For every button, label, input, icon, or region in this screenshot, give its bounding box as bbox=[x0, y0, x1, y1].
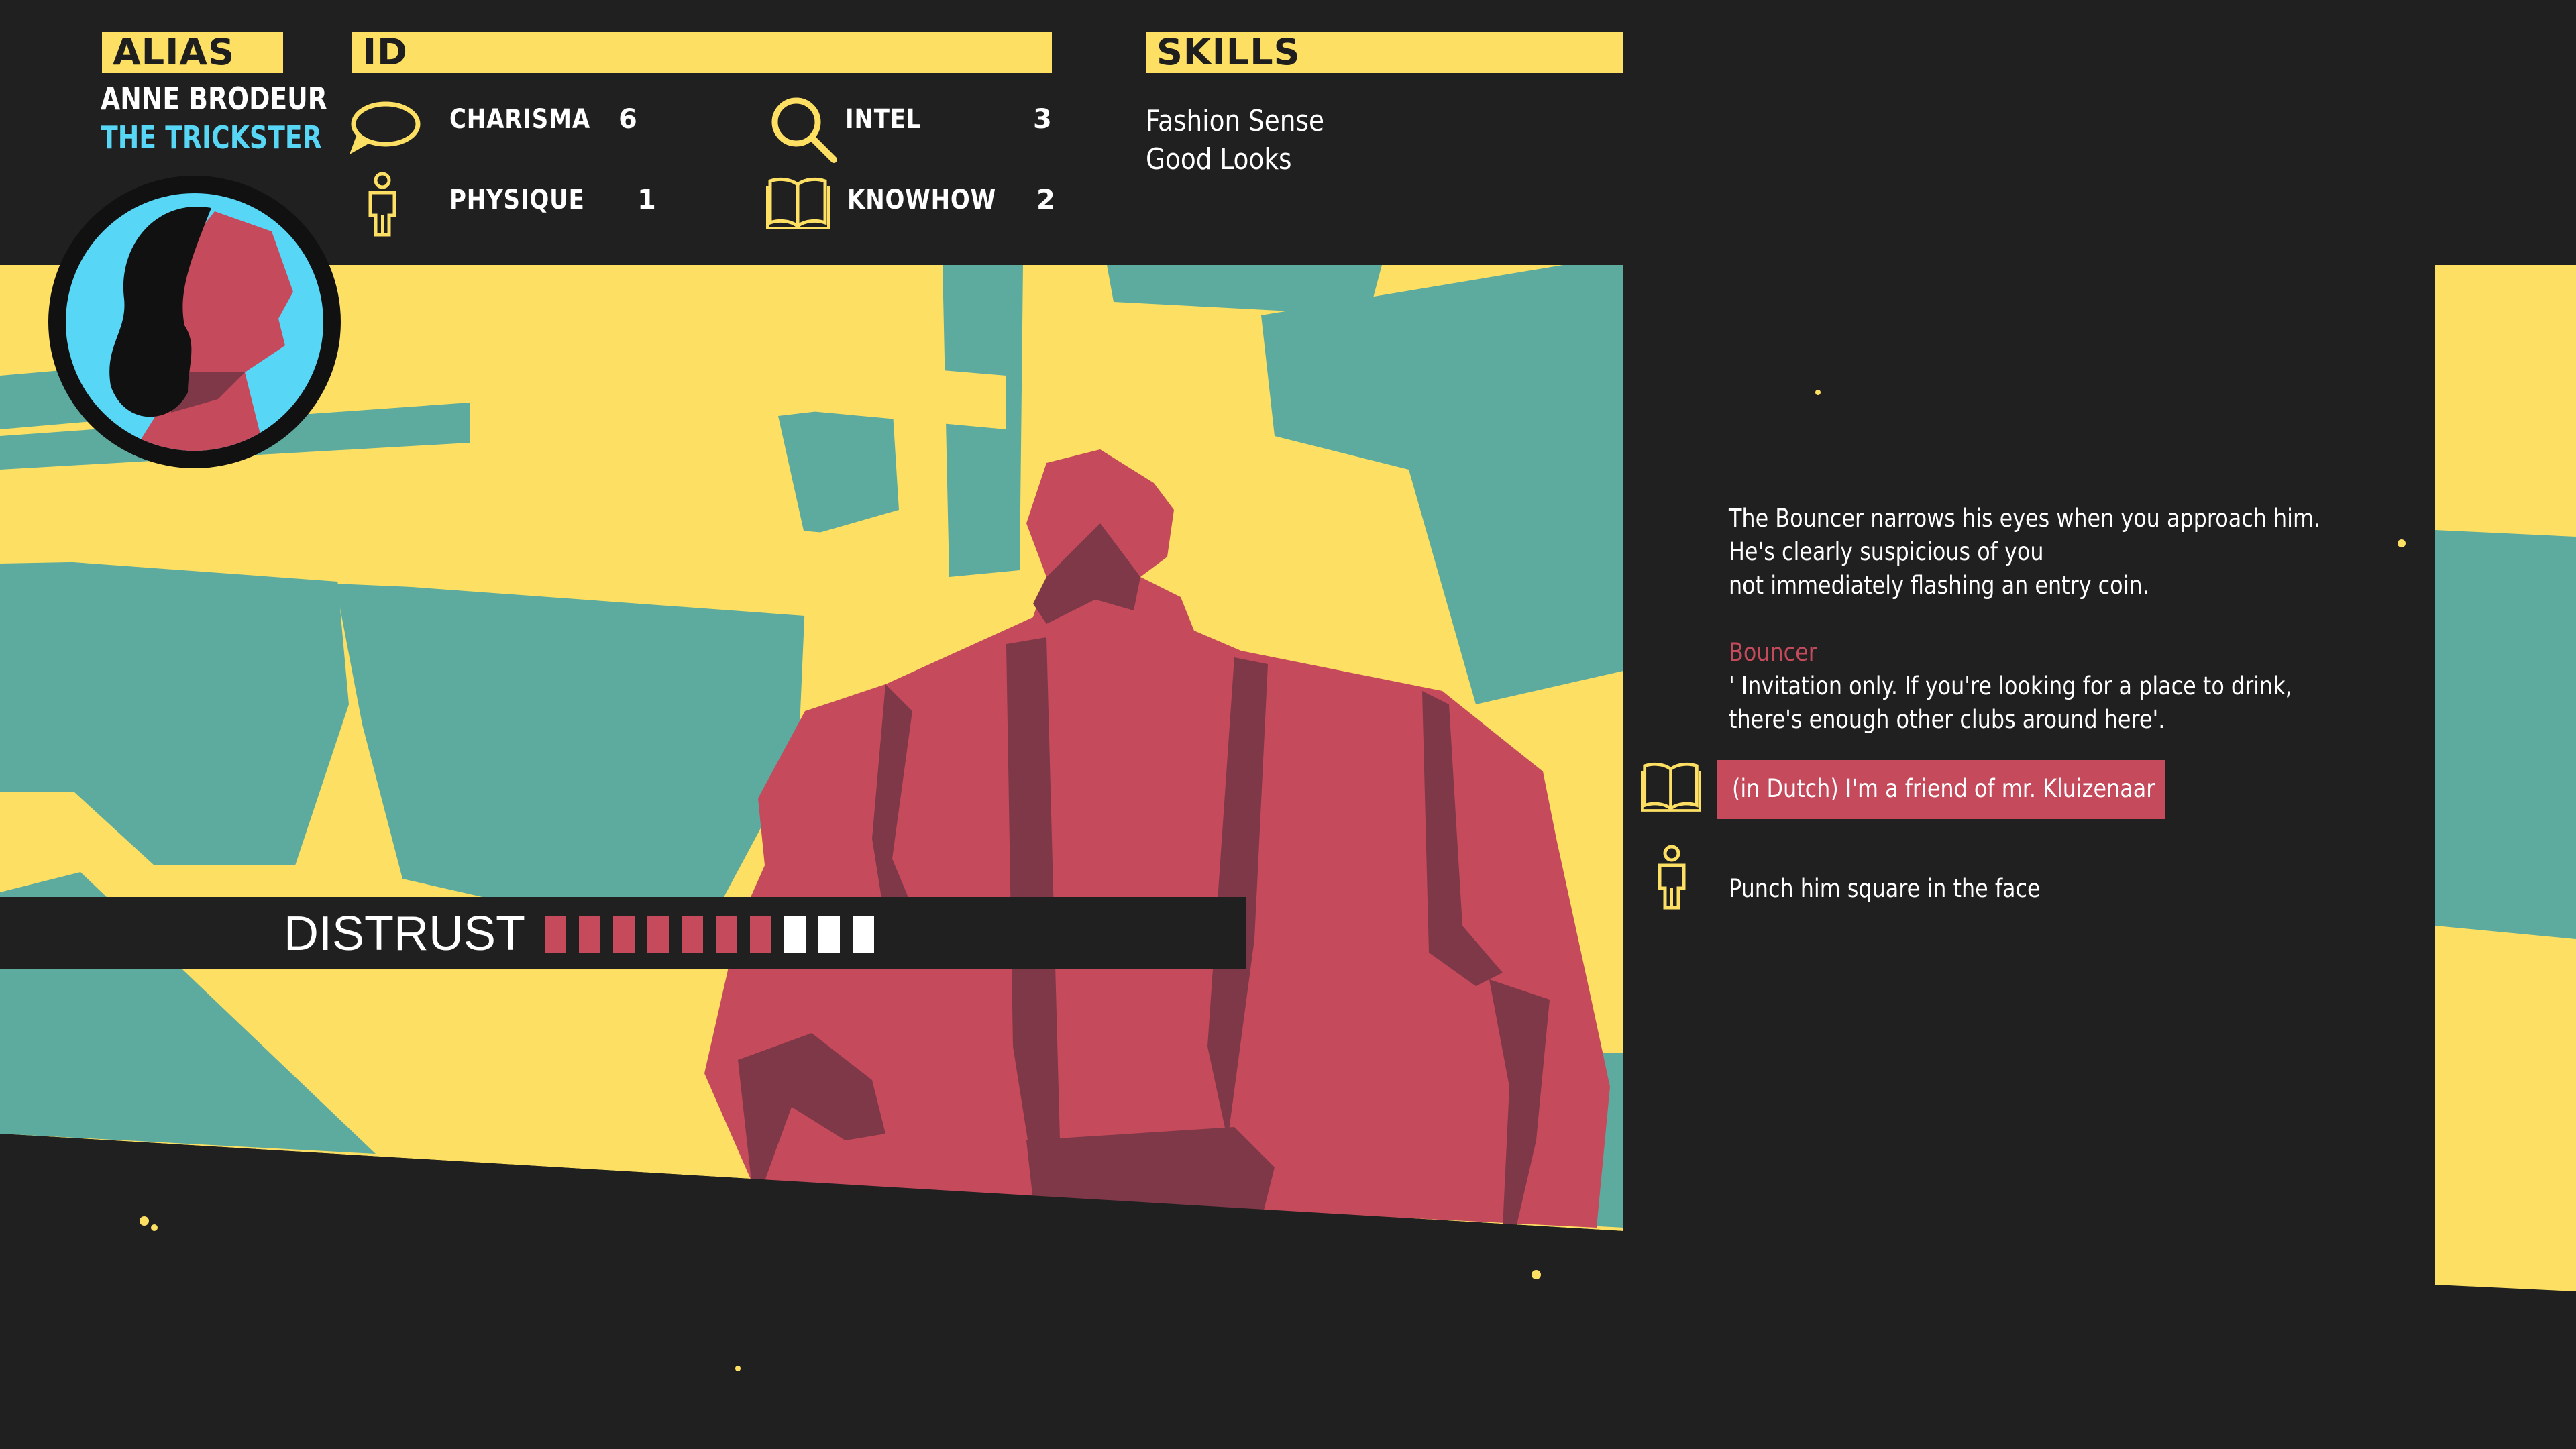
distrust-label: DISTRUST bbox=[284, 907, 525, 961]
meter-segment-filled bbox=[613, 916, 635, 953]
speech-bubble-icon bbox=[350, 101, 421, 154]
skills-header: SKILLS bbox=[1146, 32, 1623, 73]
dialogue-choice-dutch[interactable]: (in Dutch) I'm a friend of mr. Kluizenaa… bbox=[1717, 760, 2165, 819]
speaker-name: Bouncer bbox=[1729, 638, 1817, 667]
id-header: ID bbox=[352, 32, 1052, 73]
skill-item: Good Looks bbox=[1146, 142, 1292, 176]
stat-value-knowhow: 2 bbox=[1036, 184, 1055, 215]
stat-label-knowhow: KNOWHOW bbox=[847, 184, 997, 215]
narration-line: not immediately flashing an entry coin. bbox=[1729, 571, 2149, 600]
meter-segment-filled bbox=[682, 916, 703, 953]
stat-label-intel: INTEL bbox=[845, 104, 922, 135]
stat-value-intel: 3 bbox=[1033, 104, 1052, 135]
narration-line: He's clearly suspicious of you bbox=[1729, 537, 2044, 566]
meter-segment-filled bbox=[716, 916, 737, 953]
person-icon bbox=[368, 172, 396, 237]
meter-segment-filled bbox=[579, 916, 600, 953]
stat-label-physique: PHYSIQUE bbox=[449, 184, 585, 215]
book-icon bbox=[766, 177, 830, 229]
meter-segment-filled bbox=[750, 916, 771, 953]
speech-line: there's enough other clubs around here'. bbox=[1729, 705, 2165, 734]
narration-line: The Bouncer narrows his eyes when you ap… bbox=[1729, 504, 2321, 533]
meter-segment-filled bbox=[545, 916, 566, 953]
speech-line: ' Invitation only. If you're looking for… bbox=[1729, 672, 2292, 700]
magnifier-icon bbox=[771, 97, 837, 163]
skill-item: Fashion Sense bbox=[1146, 104, 1325, 138]
dialogue-choice-punch[interactable]: Punch him square in the face bbox=[1717, 865, 2165, 919]
character-portrait bbox=[48, 176, 341, 468]
character-title: THE TRICKSTER bbox=[101, 119, 322, 156]
meter-segment-filled bbox=[647, 916, 669, 953]
alias-header: ALIAS bbox=[102, 32, 283, 73]
stat-label-charisma: CHARISMA bbox=[449, 104, 590, 135]
meter-segment-empty bbox=[853, 916, 874, 953]
stat-value-charisma: 6 bbox=[619, 104, 637, 135]
dialogue-choice-text: (in Dutch) I'm a friend of mr. Kluizenaa… bbox=[1732, 774, 2155, 803]
stat-value-physique: 1 bbox=[637, 184, 656, 215]
meter-segment-empty bbox=[784, 916, 806, 953]
book-icon bbox=[1641, 762, 1701, 812]
meter-segment-empty bbox=[818, 916, 840, 953]
character-name: ANNE BRODEUR bbox=[101, 80, 327, 117]
dialogue-choice-text: Punch him square in the face bbox=[1729, 874, 2041, 903]
person-icon bbox=[1658, 845, 1686, 910]
